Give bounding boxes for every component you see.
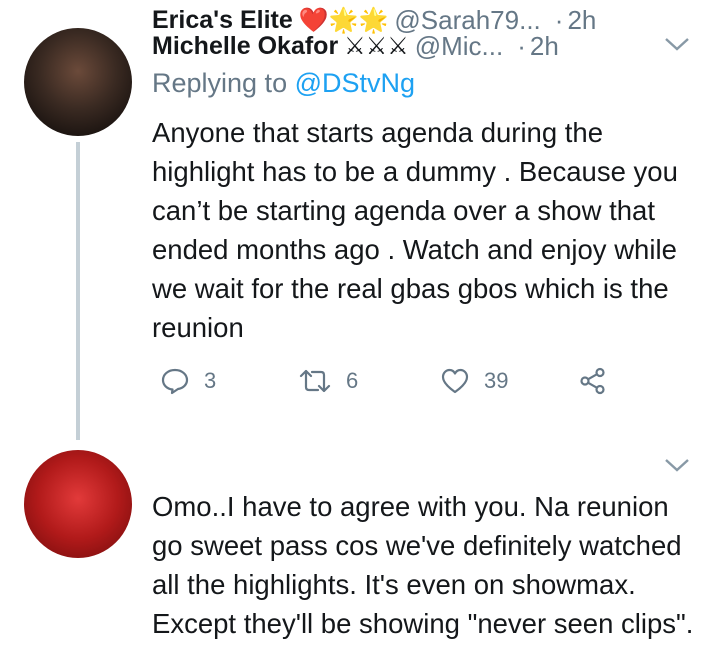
chevron-down-icon[interactable] xyxy=(664,453,690,479)
heart-icon xyxy=(441,368,469,394)
tweet-text: Omo..I have to agree with you. Na reunio… xyxy=(152,491,694,639)
tweet-header: Erica's Elite ❤️🌟🌟 @Sarah79... · 2h xyxy=(152,0,596,40)
separator: · xyxy=(554,4,564,35)
tweet[interactable]: Michelle Okafor ⚔⚔⚔ @Mic... · 2h Replyin… xyxy=(0,0,720,440)
name-emoji: ❤️🌟🌟 xyxy=(298,6,389,34)
like-button[interactable]: 39 xyxy=(440,366,508,396)
tweet-actions: 3 6 39 xyxy=(152,366,632,406)
avatar[interactable] xyxy=(24,28,132,136)
share-button[interactable] xyxy=(578,366,608,396)
reply-button[interactable]: 3 xyxy=(160,366,216,396)
timestamp[interactable]: 2h xyxy=(567,5,596,36)
replying-label: Replying to xyxy=(152,68,288,98)
reply-icon xyxy=(161,368,189,395)
retweet-icon xyxy=(299,369,331,393)
reply-count: 3 xyxy=(204,368,217,393)
handle[interactable]: @Sarah79... xyxy=(394,5,540,36)
replying-to: Replying to @DStvNg xyxy=(152,68,415,99)
mention-link[interactable]: @DStvNg xyxy=(295,68,415,98)
avatar[interactable] xyxy=(24,450,132,558)
retweet-button[interactable]: 6 xyxy=(298,366,358,396)
like-count: 39 xyxy=(484,368,509,393)
chevron-down-icon[interactable] xyxy=(664,32,690,58)
thread-line xyxy=(76,142,80,440)
display-name[interactable]: Erica's Elite xyxy=(152,6,293,35)
retweet-count: 6 xyxy=(346,368,359,393)
tweet-text: Anyone that starts agenda during the hig… xyxy=(152,117,678,343)
share-icon xyxy=(580,367,605,395)
